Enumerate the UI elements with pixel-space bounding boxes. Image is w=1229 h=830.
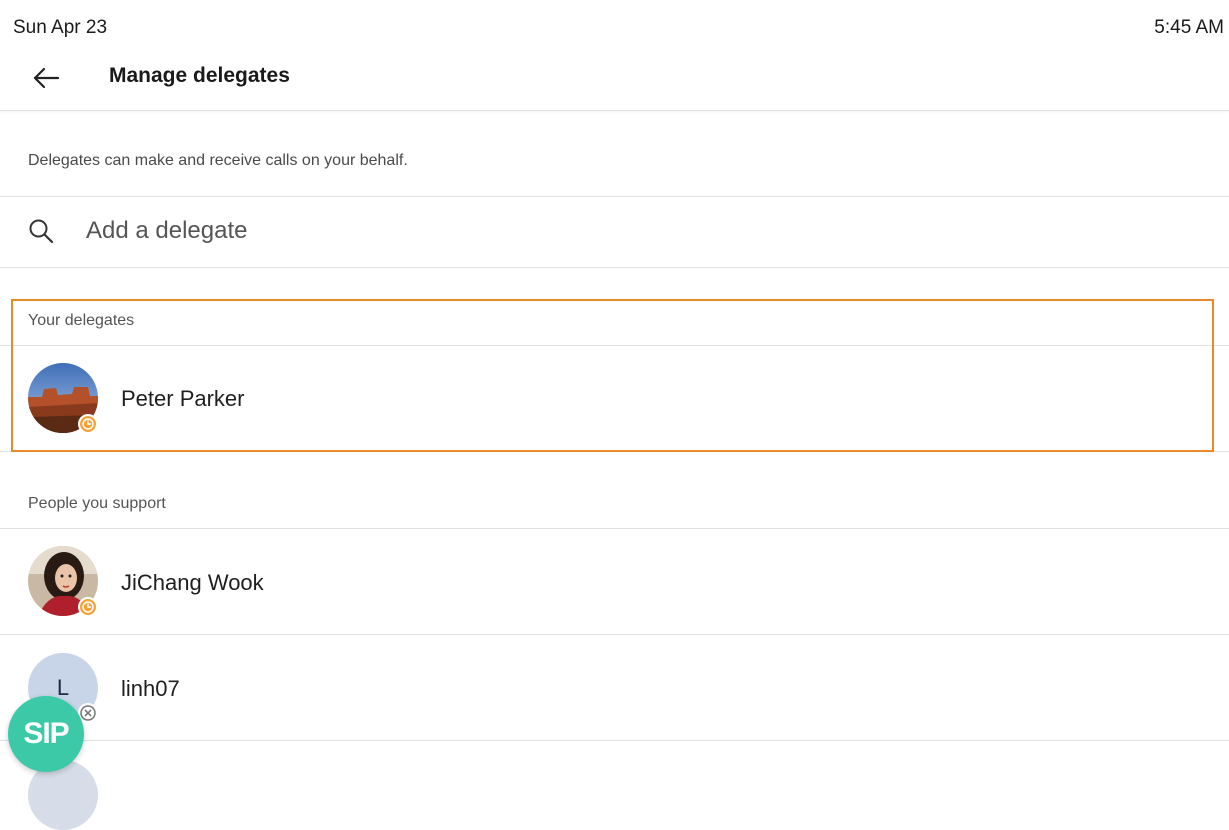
supported-row-jichang-wook[interactable]: JiChang Wook — [0, 529, 1229, 635]
delegate-row-peter-parker[interactable]: Peter Parker — [0, 346, 1229, 452]
status-bar: Sun Apr 23 5:45 AM — [0, 0, 1229, 44]
sip-label: SIP — [23, 717, 69, 750]
clock-icon — [82, 418, 94, 430]
add-delegate-search[interactable] — [0, 197, 1229, 268]
your-delegates-header: Your delegates — [0, 301, 1229, 346]
avatar-initial: L — [56, 675, 70, 700]
supported-person-name: linh07 — [121, 676, 180, 701]
away-status-badge — [78, 414, 98, 434]
clock-icon — [82, 601, 94, 613]
description-text: Delegates can make and receive calls on … — [28, 152, 408, 169]
delegate-name: Peter Parker — [121, 386, 245, 411]
section-title-people-you-support: People you support — [28, 495, 166, 512]
description-row: Delegates can make and receive calls on … — [0, 111, 1229, 197]
search-icon — [29, 219, 54, 244]
sip-badge[interactable]: SIP — [8, 696, 84, 772]
away-status-badge — [78, 597, 98, 617]
arrow-left-icon — [33, 67, 60, 89]
supported-person-name: JiChang Wook — [121, 570, 264, 595]
status-time: 5:45 AM — [1154, 17, 1224, 38]
add-delegate-input[interactable] — [86, 213, 986, 249]
people-you-support-header: People you support — [0, 453, 1229, 529]
status-date: Sun Apr 23 — [13, 17, 108, 38]
section-title-your-delegates: Your delegates — [28, 312, 135, 329]
back-button[interactable] — [26, 58, 66, 98]
app-header: Manage delegates — [0, 44, 1229, 111]
page-title: Manage delegates — [109, 64, 290, 87]
supported-row-linh07[interactable]: L linh07 — [0, 635, 1229, 741]
